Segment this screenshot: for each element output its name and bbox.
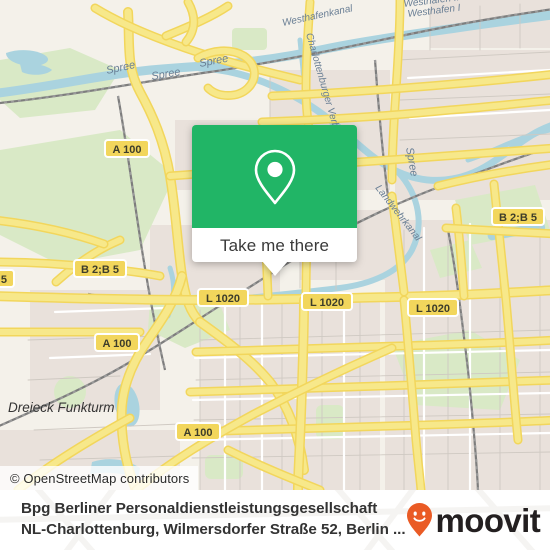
svg-text:B 2;B 5: B 2;B 5 xyxy=(499,212,537,224)
map-pin-icon xyxy=(254,149,295,204)
moovit-map-card: .w { fill:none; stroke:#aad3df; stroke-l… xyxy=(0,0,550,550)
osm-attribution[interactable]: © OpenStreetMap contributors xyxy=(0,466,199,490)
svg-text:A 100: A 100 xyxy=(184,427,213,439)
svg-text:A 100: A 100 xyxy=(113,144,142,156)
svg-text:B 2;B 5: B 2;B 5 xyxy=(0,274,7,286)
osm-attribution-text: © OpenStreetMap contributors xyxy=(10,470,190,486)
svg-text:L 1020: L 1020 xyxy=(206,293,240,305)
svg-text:A 100: A 100 xyxy=(103,338,132,350)
svg-text:B 2;B 5: B 2;B 5 xyxy=(81,264,119,276)
svg-text:L 1020: L 1020 xyxy=(416,303,450,315)
map-place-label-dreieck-funkturm: Dreieck Funkturm xyxy=(8,400,115,415)
place-caption: Bpg Berliner Personaldienstleistungsgese… xyxy=(21,499,406,541)
moovit-smiley-pin-icon xyxy=(406,503,432,537)
footer-bar: Bpg Berliner Personaldienstleistungsgese… xyxy=(0,490,550,550)
take-me-there-label: Take me there xyxy=(219,235,330,255)
moovit-wordmark: moovit xyxy=(435,501,541,539)
place-caption-line-1: Bpg Berliner Personaldienstleistungsgese… xyxy=(21,500,378,518)
take-me-there-callout[interactable]: Take me there xyxy=(192,125,357,276)
callout-tail xyxy=(261,261,288,276)
place-caption-line-2: NL-Charlottenburg, Wilmersdorfer Straße … xyxy=(21,521,406,538)
moovit-brand[interactable]: moovit xyxy=(406,502,549,538)
callout-icon-area xyxy=(192,125,357,228)
svg-text:L 1020: L 1020 xyxy=(310,297,344,309)
callout-action-bar[interactable]: Take me there xyxy=(192,228,357,262)
